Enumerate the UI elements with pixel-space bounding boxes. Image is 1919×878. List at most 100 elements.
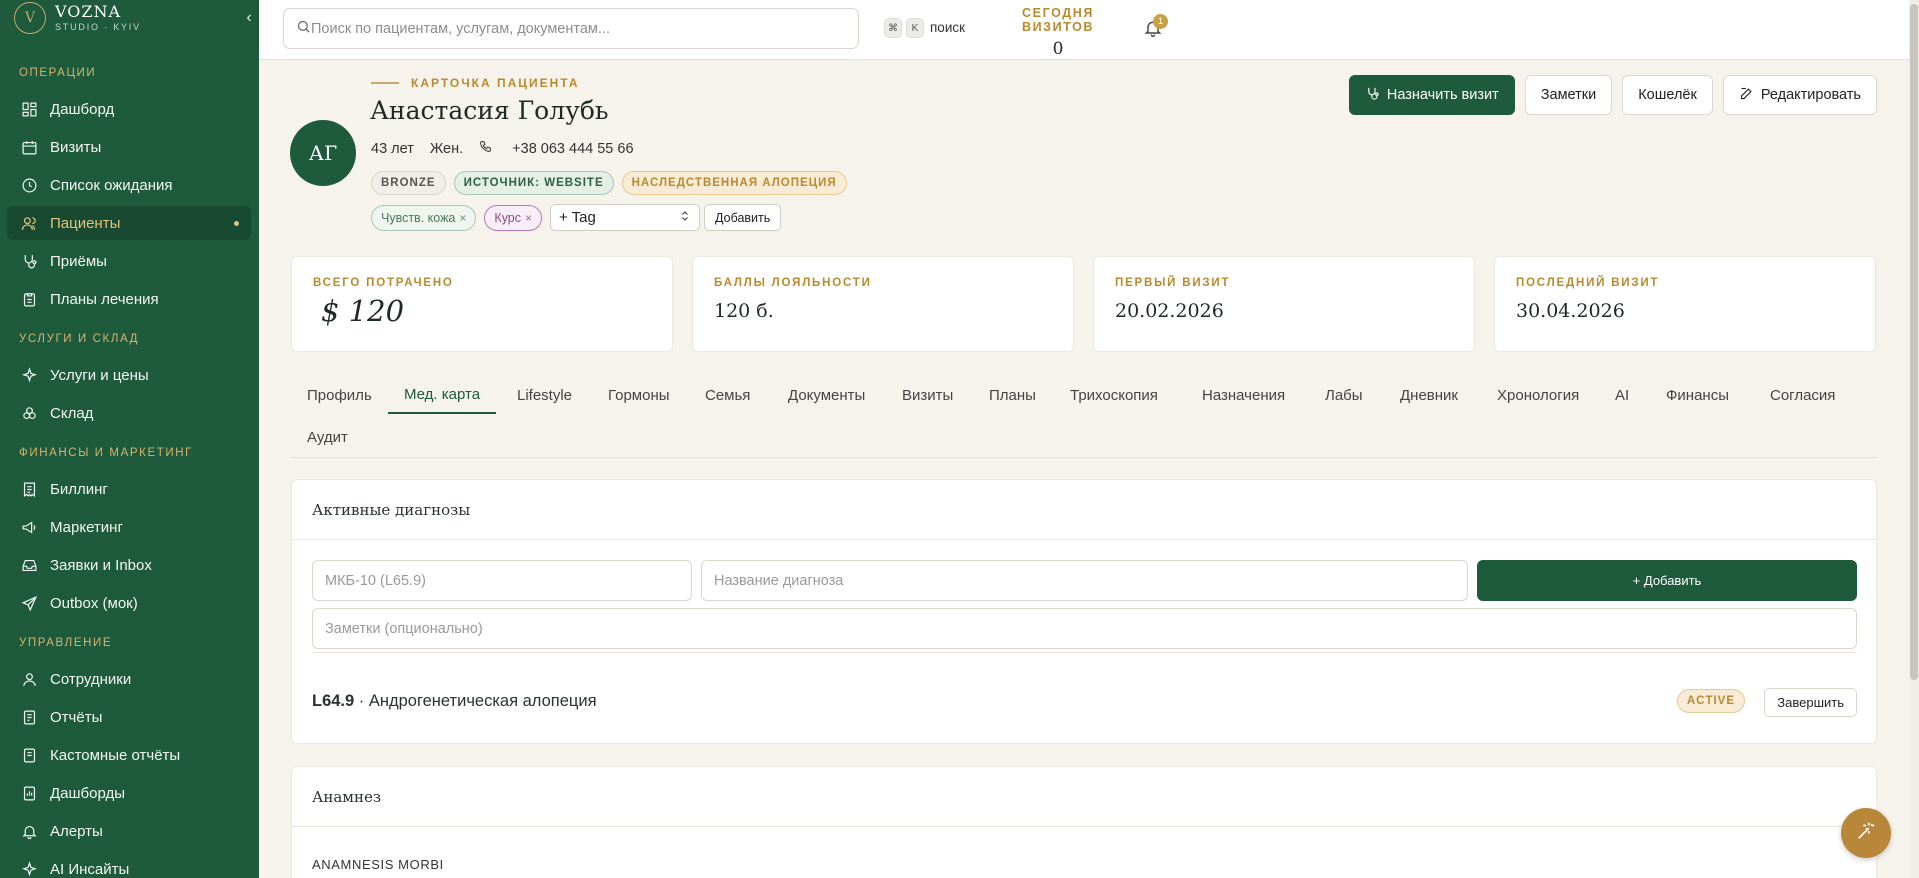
tab-audit[interactable]: Аудит [291,418,364,456]
sidebar-item-label: Алерты [50,822,103,840]
brand-logo-mark: V [14,2,46,34]
ai-assistant-button[interactable] [1841,808,1891,858]
patient-tags: Чувств. кожа × Курс × + Tag Добавить [371,204,782,231]
tab-prescriptions[interactable]: Назначения [1186,376,1301,414]
sidebar-item-label: Кастомные отчёты [50,746,181,764]
tab-medical-card[interactable]: Мед. карта [388,376,497,414]
patient-meta: 43 лет Жен. +38 063 444 55 66 [371,140,666,157]
sidebar-item-waitlist[interactable]: Список ожидания [7,168,251,202]
tab-consents[interactable]: Согласия [1754,376,1851,414]
tag-select-value: + Tag [559,209,596,226]
diagnosis-separator: · [354,692,369,710]
section-title-finance: Финансы и маркетинг [19,447,193,459]
dashboard-icon [19,99,39,119]
anamnesis-panel: Анамнез ANAMNESIS MORBI [291,766,1877,878]
stat-value: 30.04.2026 [1516,300,1625,322]
notifications-button[interactable]: 1 [1143,14,1168,40]
brand-name: VOZNA [55,2,122,21]
tag-label: Чувств. кожа [381,210,456,225]
sidebar-item-reports[interactable]: Отчёты [7,700,251,734]
notes-button[interactable]: Заметки [1524,75,1613,115]
sidebar-item-label: Дашборды [50,784,125,802]
tab-trichoscopy[interactable]: Трихоскопия [1054,376,1174,414]
diagnosis-name: Андрогенетическая алопеция [368,692,597,710]
header-actions: Назначить визит Заметки Кошелёк Редактир… [1339,75,1877,115]
icd-code-input[interactable] [325,572,679,589]
tab-plans[interactable]: Планы [973,376,1052,414]
search-box[interactable] [283,8,859,49]
sidebar-item-label: Склад [50,404,94,422]
diagnosis-row: L64.9 · Андрогенетическая алопеция ACTIV… [312,688,1857,717]
status-badge: ACTIVE [1676,689,1745,713]
sidebar-item-billing[interactable]: Биллинг [7,472,251,506]
tab-diary[interactable]: Дневник [1384,376,1474,414]
sidebar-item-appointments[interactable]: Приёмы [7,244,251,278]
ai-icon [19,859,39,878]
phone-icon [479,140,496,157]
sidebar-item-visits[interactable]: Визиты [7,130,251,164]
sidebar-item-treatment-plans[interactable]: Планы лечения [7,282,251,316]
tab-finance[interactable]: Финансы [1650,376,1745,414]
sidebar-item-patients[interactable]: Пациенты [7,206,251,240]
diagnosis-notes-field[interactable] [312,608,1857,649]
sidebar-item-outbox[interactable]: Outbox (мок) [7,586,251,620]
remove-tag-button[interactable]: × [459,211,466,225]
receipt-icon [19,479,39,499]
tab-documents[interactable]: Документы [772,376,881,414]
collapse-sidebar-button[interactable]: ‹ [239,8,259,28]
wallet-button[interactable]: Кошелёк [1622,75,1713,115]
patient-phone[interactable]: +38 063 444 55 66 [479,140,649,157]
icd-code-field[interactable] [312,560,692,601]
notification-count-badge: 1 [1153,14,1168,29]
sidebar-item-inbox[interactable]: Заявки и Inbox [7,548,251,582]
complete-diagnosis-button[interactable]: Завершить [1764,688,1857,717]
sidebar-item-label: AI Инсайты [50,860,130,878]
diagnosis-notes-input[interactable] [325,620,1844,637]
edit-button[interactable]: Редактировать [1722,75,1877,115]
diagnosis-name-field[interactable] [701,560,1468,601]
sidebar-item-staff[interactable]: Сотрудники [7,662,251,696]
tab-family[interactable]: Семья [689,376,766,414]
sidebar-item-dashboards[interactable]: Дашборды [7,776,251,810]
diagnosis-name-input[interactable] [714,572,1455,589]
tab-labs[interactable]: Лабы [1309,376,1379,414]
sidebar-item-label: Сотрудники [50,670,132,688]
sidebar-item-label: Планы лечения [50,290,159,308]
clock-icon [19,175,39,195]
tab-profile[interactable]: Профиль [291,376,388,414]
sidebar-item-dashboard[interactable]: Дашборд [7,92,251,126]
send-icon [19,593,39,613]
tab-lifestyle[interactable]: Lifestyle [501,376,588,414]
active-indicator-dot [234,220,239,226]
add-diagnosis-button[interactable]: + Добавить [1477,560,1857,601]
sidebar-item-marketing[interactable]: Маркетинг [7,510,251,544]
avatar: АГ [290,120,356,186]
page-scrollbar[interactable] [1909,0,1919,878]
sidebar-item-alerts[interactable]: Алерты [7,814,251,848]
add-tag-button[interactable]: Добавить [704,204,782,231]
kbd-k: K [906,18,924,38]
tab-timeline[interactable]: Хронология [1481,376,1595,414]
schedule-visit-button[interactable]: Назначить визит [1348,75,1515,115]
tab-hormones[interactable]: Гормоны [592,376,686,414]
sidebar-item-warehouse[interactable]: Склад [7,396,251,430]
stat-value: 120 б. [714,300,774,322]
diagnosis-code: L64.9 [312,692,355,710]
panel-title: Активные диагнозы [292,480,1876,540]
remove-tag-button[interactable]: × [525,211,532,225]
search-icon [296,19,311,39]
tag-select[interactable]: + Tag [550,204,701,231]
dashboards-icon [19,783,39,803]
search-input[interactable] [311,20,831,37]
sidebar-item-custom-reports[interactable]: Кастомные отчёты [7,738,251,772]
patient-sex: Жен. [429,140,464,157]
user-icon [19,669,39,689]
tab-visits[interactable]: Визиты [886,376,969,414]
brand[interactable]: V VOZNA STUDIO · KYIV [14,0,244,36]
sidebar-item-label: Приёмы [50,252,107,270]
patient-tabs: Профиль Мед. карта Lifestyle Гормоны Сем… [291,376,1877,458]
sidebar-item-ai-insights[interactable]: AI Инсайты [7,852,251,878]
scrollbar-thumb[interactable] [1910,4,1918,680]
tab-ai[interactable]: AI [1599,376,1645,414]
sidebar-item-services[interactable]: Услуги и цены [7,358,251,392]
